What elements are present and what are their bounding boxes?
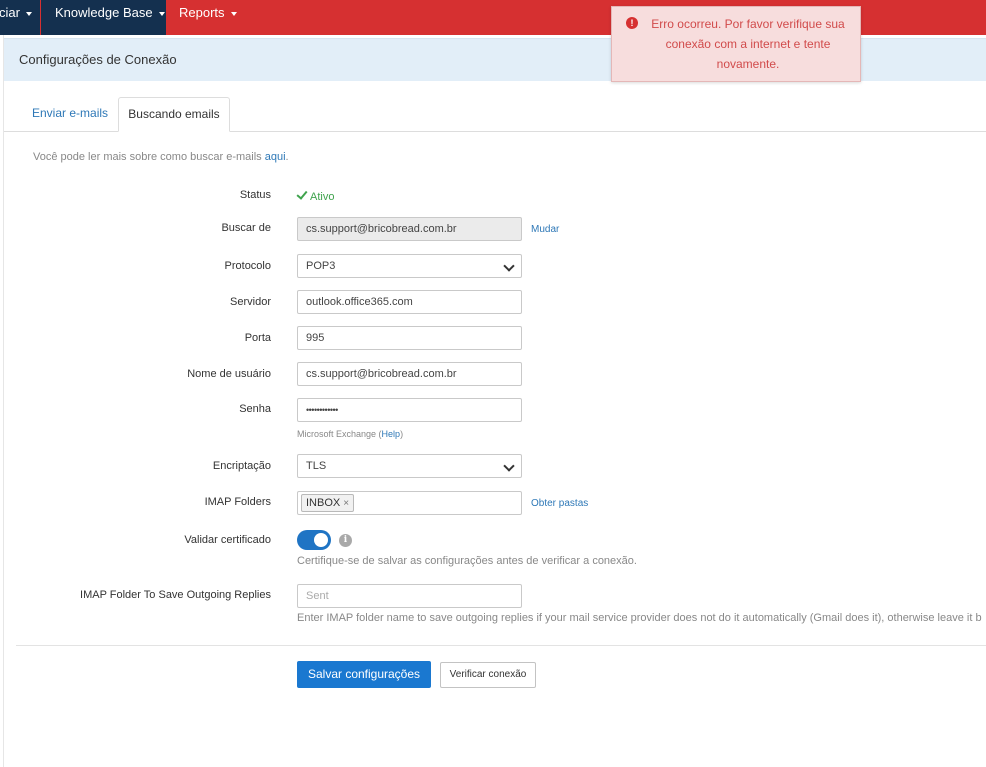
protocolo-select[interactable]: POP3 xyxy=(297,254,522,278)
nav-item-label: ciar xyxy=(0,5,20,20)
check-icon xyxy=(296,188,308,200)
validar-certificado-toggle[interactable] xyxy=(297,530,331,550)
help-link[interactable]: Help xyxy=(382,429,401,439)
porta-label: Porta xyxy=(244,332,271,344)
imap-folders-label: IMAP Folders xyxy=(204,496,271,508)
outgoing-folder-label: IMAP Folder To Save Outgoing Replies xyxy=(80,589,271,601)
senha-input[interactable]: •••••••••••• xyxy=(297,398,522,422)
usuario-label: Nome de usuário xyxy=(187,368,271,380)
caret-down-icon xyxy=(230,11,237,16)
exclamation-circle-icon: ! xyxy=(626,17,638,29)
encriptacao-value: TLS xyxy=(306,460,327,472)
toggle-knob xyxy=(314,533,328,547)
folder-tag-label: INBOX xyxy=(306,497,341,509)
protocolo-label: Protocolo xyxy=(224,260,271,272)
status-label: Status xyxy=(239,189,271,201)
validar-hint: Certifique-se de salvar as configurações… xyxy=(297,555,637,567)
senha-help: Microsoft Exchange (Help) xyxy=(297,429,403,439)
folder-tag-inbox: INBOX × xyxy=(301,494,355,512)
senha-help-prefix: Microsoft Exchange ( xyxy=(297,429,382,439)
servidor-label: Servidor xyxy=(230,296,271,308)
save-settings-button[interactable]: Salvar configurações xyxy=(297,661,431,688)
senha-label: Senha xyxy=(239,403,271,415)
tab-bar: Enviar e-mails Buscando emails xyxy=(4,97,986,132)
remove-tag-icon[interactable]: × xyxy=(343,498,349,509)
form-divider xyxy=(16,645,986,646)
nav-item-iniciar[interactable]: ciar xyxy=(0,0,40,35)
status-value: Ativo xyxy=(296,188,335,203)
tab-buscando-emails[interactable]: Buscando emails xyxy=(118,97,230,132)
outgoing-folder-hint: Enter IMAP folder name to save outgoing … xyxy=(297,612,982,624)
validar-certificado-label: Validar certificado xyxy=(184,534,271,546)
encriptacao-select[interactable]: TLS xyxy=(297,454,522,478)
servidor-input[interactable]: outlook.office365.com xyxy=(297,290,522,314)
obter-pastas-link[interactable]: Obter pastas xyxy=(531,498,588,509)
intro-suffix: . xyxy=(285,151,289,163)
error-alert: ! Erro ocorreu. Por favor verifique sua … xyxy=(611,6,861,82)
error-alert-message: Erro ocorreu. Por favor verifique sua co… xyxy=(651,17,845,71)
encriptacao-label: Encriptação xyxy=(212,460,271,472)
caret-down-icon xyxy=(158,11,165,16)
intro-text: Você pode ler mais sobre como buscar e-m… xyxy=(33,151,289,163)
page-title: Configurações de Conexão xyxy=(19,52,177,67)
tab-enviar-emails[interactable]: Enviar e-mails xyxy=(19,97,122,132)
mudar-link[interactable]: Mudar xyxy=(531,224,559,235)
imap-folders-input[interactable]: INBOX × xyxy=(297,491,522,515)
nav-item-label: Reports xyxy=(179,5,225,20)
nav-item-knowledge-base[interactable]: Knowledge Base xyxy=(41,0,166,35)
outgoing-folder-input[interactable]: Sent xyxy=(297,584,522,608)
read-more-link[interactable]: aqui xyxy=(265,151,286,163)
nav-item-label: Knowledge Base xyxy=(55,5,153,20)
porta-input[interactable]: 995 xyxy=(297,326,522,350)
buscar-de-field: cs.support@bricobread.com.br xyxy=(297,217,522,241)
panel-left-border xyxy=(3,35,4,767)
nav-item-reports[interactable]: Reports xyxy=(166,0,246,35)
usuario-input[interactable]: cs.support@bricobread.com.br xyxy=(297,362,522,386)
intro-text-label: Você pode ler mais sobre como buscar e-m… xyxy=(33,151,265,163)
senha-help-suffix: ) xyxy=(400,429,404,439)
info-icon[interactable]: i xyxy=(339,534,352,547)
protocolo-value: POP3 xyxy=(306,260,336,272)
buscar-de-label: Buscar de xyxy=(221,222,271,234)
status-text: Ativo xyxy=(310,191,335,203)
caret-down-icon xyxy=(25,11,32,16)
verify-connection-button[interactable]: Verificar conexão xyxy=(440,662,536,688)
